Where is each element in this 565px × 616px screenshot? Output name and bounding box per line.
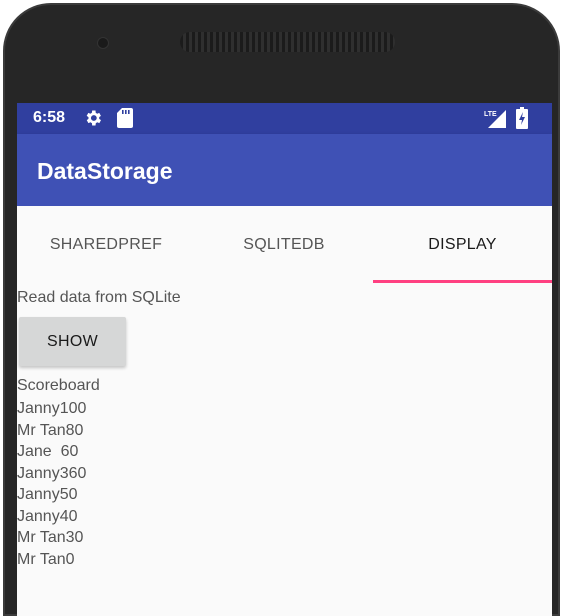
app-bar: DataStorage — [17, 134, 552, 206]
app-title: DataStorage — [37, 158, 173, 184]
score-row: Janny100 — [17, 400, 87, 417]
show-button[interactable]: SHOW — [19, 317, 126, 366]
status-bar: 6:58 LTE — [17, 103, 552, 134]
earpiece-speaker — [180, 32, 395, 52]
status-time: 6:58 — [33, 109, 66, 126]
score-row: Janny40 — [17, 507, 78, 525]
svg-text:LTE: LTE — [484, 111, 497, 118]
scoreboard-list: Janny100 Mr Tan80 Jane 60 Janny360 Janny… — [17, 398, 86, 570]
read-data-label: Read data from SQLite — [17, 289, 181, 306]
phone-frame: 6:58 LTE DataStorage SHAREDPREF SQLITEDB… — [0, 0, 565, 616]
gear-icon — [86, 110, 101, 126]
scoreboard-title: Scoreboard — [17, 377, 100, 394]
score-row: Jane 60 — [17, 443, 79, 460]
tab-display[interactable]: DISPLAY — [373, 206, 552, 283]
score-row: Mr Tan30 — [17, 529, 84, 546]
score-row: Mr Tan80 — [17, 421, 84, 439]
tab-bar: SHAREDPREF SQLITEDB DISPLAY — [17, 206, 552, 283]
score-row: Janny50 — [17, 486, 78, 503]
sd-card-icon — [117, 108, 133, 128]
battery-charging-icon — [516, 107, 528, 129]
tab-sqlitedb[interactable]: SQLITEDB — [195, 206, 373, 283]
score-row: Mr Tan0 — [17, 550, 75, 568]
tab-indicator — [373, 280, 552, 283]
app-screen: 6:58 LTE DataStorage SHAREDPREF SQLITEDB… — [17, 103, 552, 616]
tab-sharedpref[interactable]: SHAREDPREF — [17, 206, 195, 283]
score-row: Janny360 — [17, 464, 87, 482]
front-camera — [97, 37, 109, 49]
lte-signal-icon: LTE — [484, 110, 506, 128]
